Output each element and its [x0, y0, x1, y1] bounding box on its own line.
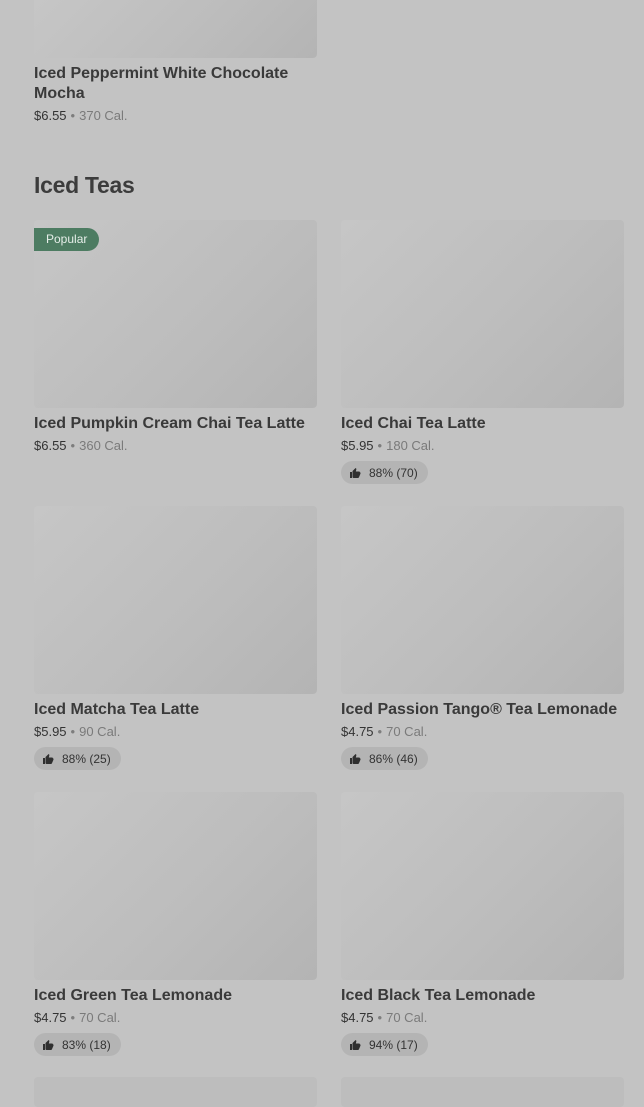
- meta-separator: •: [70, 438, 76, 453]
- meta-separator: •: [70, 108, 76, 123]
- item-name: Iced Green Tea Lemonade: [34, 987, 232, 1004]
- thumbs-up-icon: [43, 753, 54, 764]
- section-title: Iced Teas: [34, 172, 135, 198]
- item-calories: 70 Cal.: [79, 1010, 121, 1025]
- meta-separator: •: [70, 1010, 76, 1025]
- rating-pill: 88% (70): [341, 461, 428, 484]
- menu-item-card[interactable]: Iced Passion Tango® Tea Lemonade $4.75 • 7…: [341, 506, 624, 770]
- menu-item-card[interactable]: Popular Iced Pumpkin Cream Chai Tea Latt…: [34, 220, 317, 455]
- item-name: Iced Black Tea Lemonade: [341, 987, 536, 1004]
- item-meta: $4.75 • 70 Cal.: [34, 1009, 317, 1027]
- item-price: $6.55: [34, 108, 67, 123]
- menu-item-card[interactable]: Iced Black Tea Lemonade $4.75 • 70 Cal. 94…: [341, 792, 624, 1056]
- rating-pill: 83% (18): [34, 1033, 121, 1056]
- rating-pill: 88% (25): [34, 747, 121, 770]
- item-image[interactable]: [34, 792, 317, 980]
- item-meta: $5.95 • 90 Cal.: [34, 723, 317, 741]
- item-meta: $4.75 • 70 Cal.: [341, 1009, 624, 1027]
- item-image[interactable]: [341, 792, 624, 980]
- menu-item-card[interactable]: Iced Chai Tea Latte $5.95 • 180 Cal. 88% (…: [341, 220, 624, 484]
- thumbs-up-icon: [350, 467, 361, 478]
- popular-badge: Popular: [34, 228, 100, 251]
- item-name: Iced Matcha Tea Latte: [34, 701, 200, 718]
- meta-separator: •: [377, 1010, 383, 1025]
- item-price: $4.75: [341, 1010, 374, 1025]
- rating-text: 86% (46): [369, 751, 418, 766]
- item-image[interactable]: [34, 0, 317, 58]
- menu-item-card[interactable]: Iced Peppermint White Chocolate Mocha $6…: [34, 0, 317, 125]
- meta-separator: •: [377, 724, 383, 739]
- item-name: Iced Chai Tea Latte: [341, 415, 486, 432]
- rating-pill: 86% (46): [341, 747, 428, 770]
- item-meta: $5.95 • 180 Cal.: [341, 437, 624, 455]
- meta-separator: •: [377, 438, 383, 453]
- item-price: $5.95: [341, 438, 374, 453]
- item-calories: 70 Cal.: [386, 1010, 428, 1025]
- item-calories: 370 Cal.: [79, 108, 128, 123]
- item-image[interactable]: [341, 1077, 624, 1107]
- rating-pill: 94% (17): [341, 1033, 428, 1056]
- menu-page: Iced Peppermint White Chocolate Mocha $6…: [0, 0, 644, 1107]
- item-calories: 70 Cal.: [386, 724, 428, 739]
- item-name: Iced Peppermint White Chocolate Mocha: [34, 65, 289, 102]
- meta-separator: •: [70, 724, 76, 739]
- menu-item-card[interactable]: Iced Green Tea Lemonade $4.75 • 70 Cal. 83…: [34, 792, 317, 1056]
- item-image[interactable]: [341, 220, 624, 408]
- item-calories: 180 Cal.: [386, 438, 435, 453]
- item-price: $5.95: [34, 724, 67, 739]
- item-image[interactable]: [34, 506, 317, 694]
- item-meta: $4.75 • 70 Cal.: [341, 723, 624, 741]
- item-calories: 360 Cal.: [79, 438, 128, 453]
- item-price: $4.75: [341, 724, 374, 739]
- item-image[interactable]: [341, 506, 624, 694]
- item-image[interactable]: [34, 1077, 317, 1107]
- item-price: $6.55: [34, 438, 67, 453]
- item-price: $4.75: [34, 1010, 67, 1025]
- item-image[interactable]: Popular: [34, 220, 317, 408]
- rating-text: 83% (18): [62, 1037, 111, 1052]
- rating-text: 88% (25): [62, 751, 111, 766]
- item-name: Iced Pumpkin Cream Chai Tea Latte: [34, 415, 305, 432]
- rating-text: 88% (70): [369, 465, 418, 480]
- rating-text: 94% (17): [369, 1037, 418, 1052]
- item-meta: $6.55 • 360 Cal.: [34, 437, 317, 455]
- item-meta: $6.55 • 370 Cal.: [34, 107, 317, 125]
- thumbs-up-icon: [350, 753, 361, 764]
- menu-item-card[interactable]: Iced Matcha Tea Latte $5.95 • 90 Cal. 88% …: [34, 506, 317, 770]
- item-name: Iced Passion Tango® Tea Lemonade: [341, 701, 618, 718]
- thumbs-up-icon: [350, 1039, 361, 1050]
- thumbs-up-icon: [43, 1039, 54, 1050]
- item-calories: 90 Cal.: [79, 724, 121, 739]
